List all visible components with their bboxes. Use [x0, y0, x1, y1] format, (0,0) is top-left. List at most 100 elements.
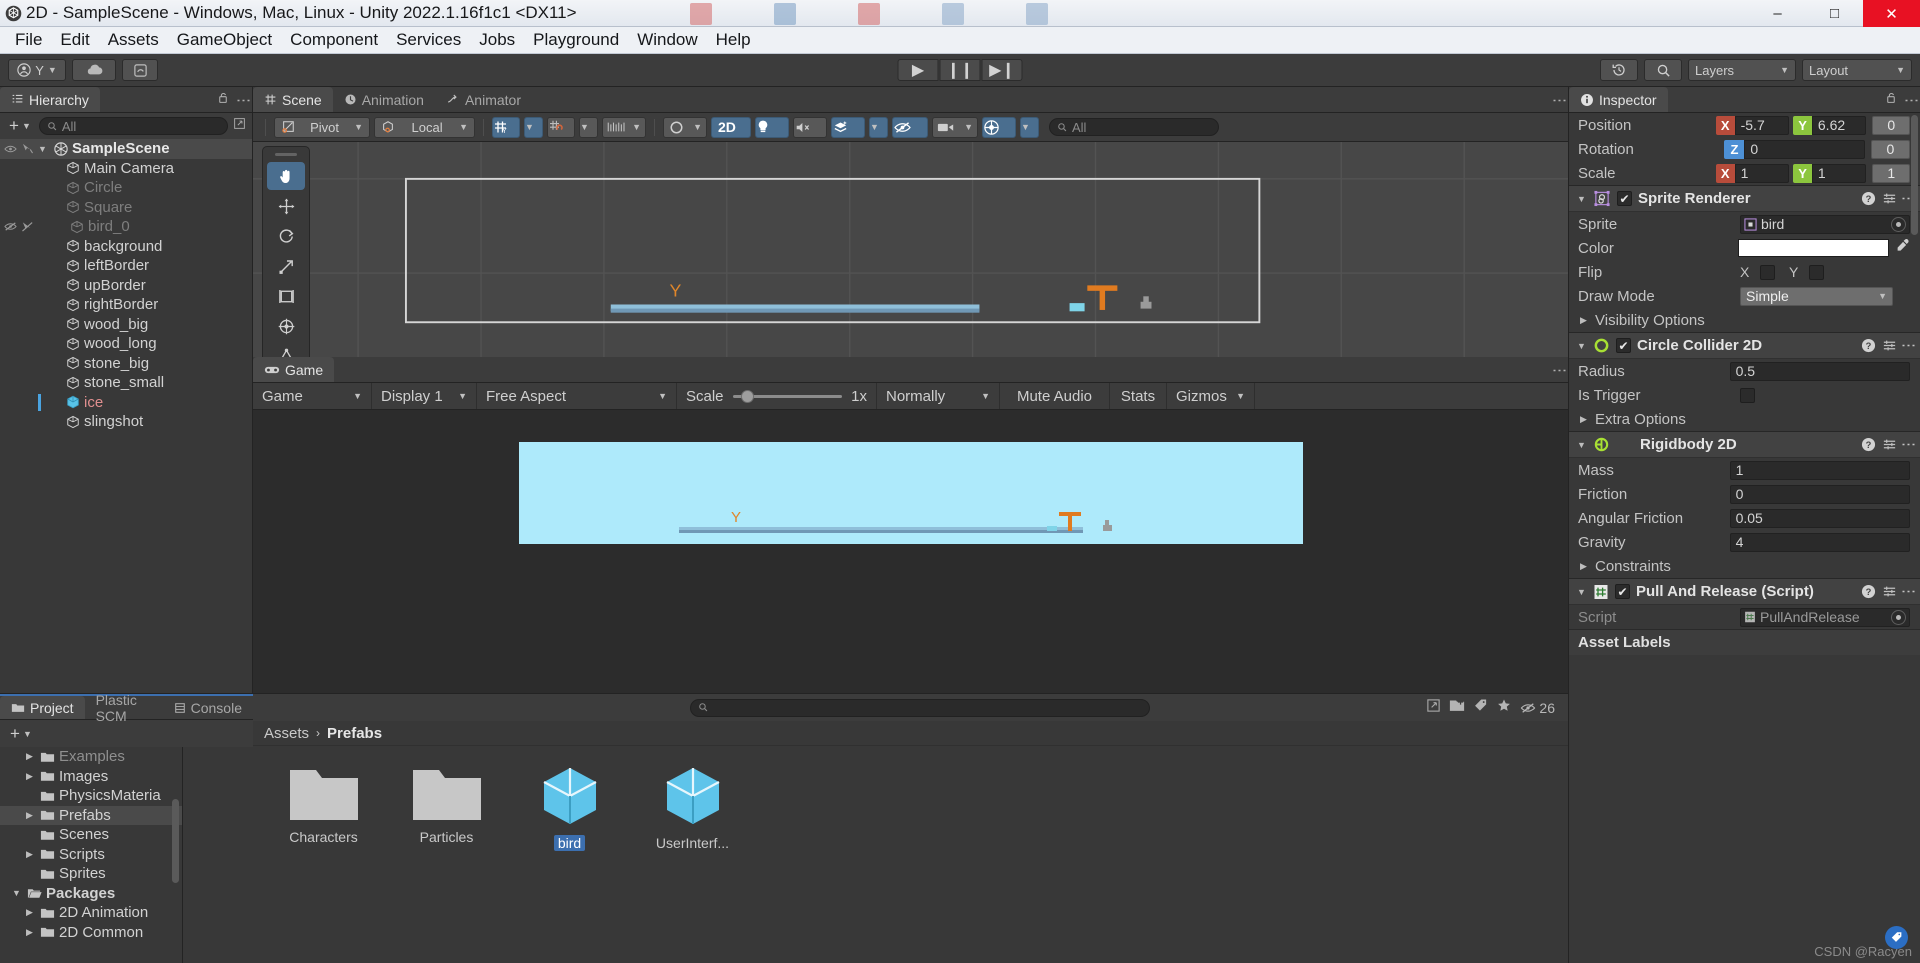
project-filter-type-icon[interactable] — [1449, 698, 1465, 718]
project-folder-images[interactable]: ▶ Images — [0, 767, 182, 787]
extra-options-foldout[interactable]: ▶ Extra Options — [1569, 407, 1920, 431]
breadcrumb[interactable]: Assets › Prefabs — [253, 721, 1568, 746]
friction-field[interactable]: 0 — [1729, 484, 1910, 504]
menu-playground[interactable]: Playground — [524, 28, 628, 52]
hierarchy-search-clear-icon[interactable] — [233, 117, 246, 135]
menu-gameobject[interactable]: GameObject — [168, 28, 281, 52]
snap-increment-dropdown[interactable]: ▼ — [602, 116, 646, 138]
menu-file[interactable]: File — [6, 28, 51, 52]
sprite-renderer-enabled-checkbox[interactable]: ✔ — [1617, 191, 1632, 206]
rotation-extra-field[interactable]: 0 — [1870, 139, 1910, 159]
game-tab-actions[interactable]: ⋮ — [1551, 357, 1568, 383]
script-object-field[interactable]: PullAndRelease — [1740, 607, 1910, 627]
project-hidden-count[interactable]: 26 — [1520, 700, 1555, 716]
scene-menu-icon[interactable]: ⋮ — [1551, 93, 1568, 108]
custom-tool-button[interactable] — [267, 342, 305, 357]
sprite-picker-button[interactable] — [1891, 216, 1906, 232]
hierarchy-item-wood-long[interactable]: wood_long — [0, 334, 252, 354]
rotation-z-field[interactable]: 0 — [1744, 139, 1865, 159]
asset-labels-header[interactable]: Asset Labels — [1569, 629, 1920, 655]
radius-field[interactable]: 0.5 — [1729, 361, 1910, 381]
is-trigger-row[interactable]: Is Trigger ✔ — [1569, 383, 1920, 407]
asset-item-bird[interactable]: bird — [523, 764, 616, 851]
draw-mode-dropdown[interactable]: Simple ▼ — [1740, 286, 1893, 306]
radius-row[interactable]: Radius 0.5 — [1569, 359, 1920, 383]
project-folder-scripts[interactable]: ▶ Scripts — [0, 845, 182, 865]
menu-component[interactable]: Component — [281, 28, 387, 52]
gizmos-toggle-button[interactable] — [982, 116, 1016, 138]
position-y-field[interactable]: 6.62 — [1811, 115, 1867, 135]
hierarchy-item-main-camera[interactable]: Main Camera — [0, 159, 252, 179]
preset-icon[interactable] — [1882, 191, 1897, 206]
component-menu-icon[interactable]: ⋮ — [1900, 338, 1917, 353]
foldout-arrow-icon[interactable]: ▼ — [1576, 194, 1587, 204]
game-viewport[interactable]: Y — [253, 410, 1568, 693]
transform-position-row[interactable]: Position X -5.7 Y 6.62 0 — [1569, 113, 1920, 137]
project-search-expand-icon[interactable] — [1426, 698, 1441, 718]
scale-slider[interactable] — [732, 389, 843, 403]
hierarchy-item-square[interactable]: Square — [0, 198, 252, 218]
minimize-button[interactable]: – — [1749, 0, 1806, 27]
foldout-arrow-icon[interactable]: ▶ — [23, 751, 36, 762]
play-button[interactable]: ▶ — [897, 59, 939, 81]
playmode-controls[interactable]: ▶ ❙❙ ▶❙ — [897, 59, 1023, 81]
collab-button[interactable] — [122, 59, 158, 81]
maximize-button[interactable]: □ — [1806, 0, 1863, 27]
layers-dropdown[interactable]: Layers ▼ — [1688, 59, 1796, 81]
layout-dropdown[interactable]: Layout ▼ — [1802, 59, 1912, 81]
help-icon[interactable]: ? — [1861, 338, 1876, 353]
hierarchy-item-stone-small[interactable]: stone_small — [0, 373, 252, 393]
component-header-sprite-renderer[interactable]: ▼ ✔ Sprite Renderer ? ⋮ — [1569, 185, 1920, 212]
hierarchy-search-input[interactable]: All — [38, 117, 228, 135]
rect-tool-button[interactable] — [267, 282, 305, 310]
draw-mode-row[interactable]: Draw Mode Simple ▼ — [1569, 284, 1920, 308]
help-icon[interactable]: ? — [1861, 584, 1876, 599]
hierarchy-item-upborder[interactable]: upBorder — [0, 276, 252, 296]
foldout-arrow-icon[interactable]: ▼ — [10, 888, 23, 898]
close-button[interactable]: ✕ — [1863, 0, 1920, 27]
menu-window[interactable]: Window — [628, 28, 706, 52]
position-z-field[interactable]: 0 — [1872, 115, 1910, 135]
hierarchy-item-rightborder[interactable]: rightBorder — [0, 295, 252, 315]
visibility-options-foldout[interactable]: ▶ Visibility Options — [1569, 308, 1920, 332]
display-dropdown[interactable]: Display 1 ▼ — [372, 383, 477, 409]
gizmos-dropdown[interactable]: ▼ — [1020, 116, 1039, 138]
camera-settings-dropdown[interactable]: ▼ — [932, 116, 978, 138]
hierarchy-item-wood-big[interactable]: wood_big — [0, 315, 252, 335]
search-button[interactable] — [1644, 59, 1682, 81]
window-controls[interactable]: – □ ✕ — [1749, 0, 1920, 27]
eyedropper-icon[interactable] — [1895, 238, 1910, 258]
inspector-content[interactable]: Position X -5.7 Y 6.62 0 Rotation Z 0 0 … — [1569, 113, 1920, 963]
color-field-row[interactable]: Color — [1569, 236, 1920, 260]
asset-item-userinterf---[interactable]: UserInterf... — [646, 764, 739, 851]
is-trigger-checkbox[interactable]: ✔ — [1740, 387, 1755, 403]
tab-animation[interactable]: Animation — [332, 87, 435, 112]
tab-game[interactable]: Game — [253, 357, 335, 382]
menubar[interactable]: File Edit Assets GameObject Component Service… — [0, 27, 1920, 54]
foldout-arrow-icon[interactable]: ▶ — [1578, 561, 1589, 572]
preset-icon[interactable] — [1882, 584, 1897, 599]
grid-axis-button[interactable]: Y — [492, 116, 520, 138]
project-search-input[interactable] — [690, 698, 1150, 717]
project-folder-examples[interactable]: ▶ Examples — [0, 747, 182, 767]
project-folder-scenes[interactable]: Scenes — [0, 825, 182, 845]
asset-item-particles[interactable]: Particles — [400, 764, 493, 845]
component-header-circle-collider-2d[interactable]: ▼ ✔ Circle Collider 2D ? ⋮ — [1569, 332, 1920, 359]
hierarchy-item-ice[interactable]: ice — [0, 393, 252, 413]
hierarchy-item-slingshot[interactable]: slingshot — [0, 412, 252, 432]
foldout-arrow-icon[interactable]: ▼ — [1576, 587, 1587, 597]
position-x-field[interactable]: -5.7 — [1734, 115, 1790, 135]
scale-tool-button[interactable] — [267, 252, 305, 280]
fx-dropdown[interactable]: ▼ — [869, 116, 888, 138]
grid-snap-dropdown[interactable]: ▼ — [579, 116, 598, 138]
project-folder-prefabs[interactable]: ▶ Prefabs — [0, 805, 182, 825]
hierarchy-tree[interactable]: ▼ SampleScene Main Camera Circle Square bird_… — [0, 139, 252, 693]
game-view-dropdown[interactable]: Game ▼ — [253, 383, 372, 409]
mass-field[interactable]: 1 — [1729, 460, 1910, 480]
inspector-tab-actions[interactable]: ⋮ — [1885, 87, 1920, 113]
pull-and-release-enabled-checkbox[interactable]: ✔ — [1615, 584, 1630, 599]
tab-plastic-scm[interactable]: Plastic SCM — [84, 692, 163, 724]
mass-row[interactable]: Mass 1 — [1569, 458, 1920, 482]
scene-viewport[interactable]: Y — [253, 142, 1568, 357]
visibility-toggle-icon[interactable] — [4, 144, 17, 154]
